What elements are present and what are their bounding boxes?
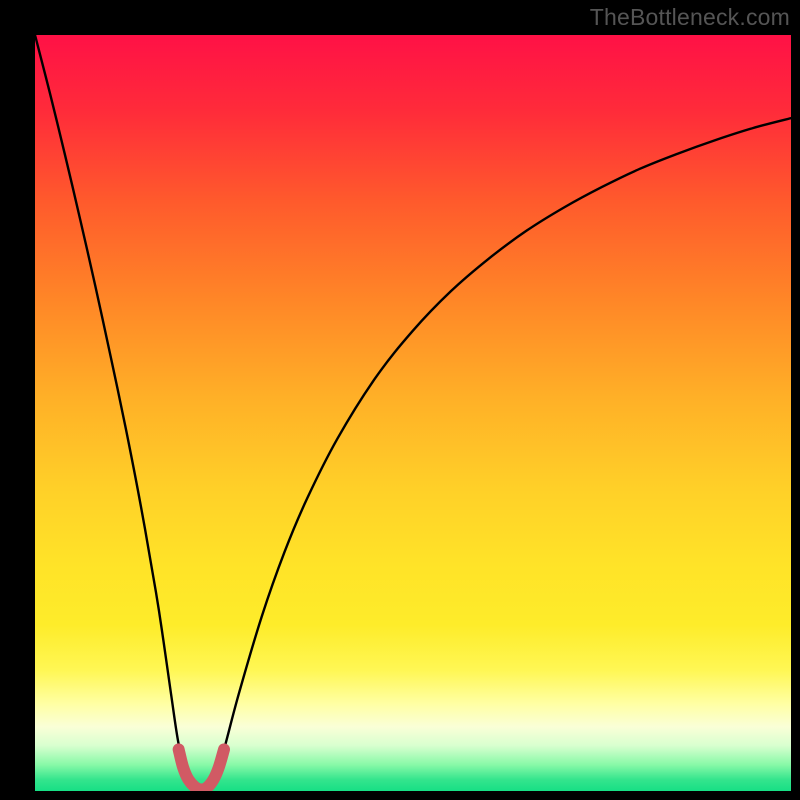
watermark-text: TheBottleneck.com: [590, 4, 790, 31]
watermark-bar: TheBottleneck.com: [590, 0, 800, 35]
optimal-marker: [179, 749, 224, 789]
chart-curves: [35, 35, 791, 791]
bottleneck-curve: [35, 35, 791, 791]
plot-area: [35, 35, 791, 791]
chart-frame: TheBottleneck.com: [0, 0, 800, 800]
